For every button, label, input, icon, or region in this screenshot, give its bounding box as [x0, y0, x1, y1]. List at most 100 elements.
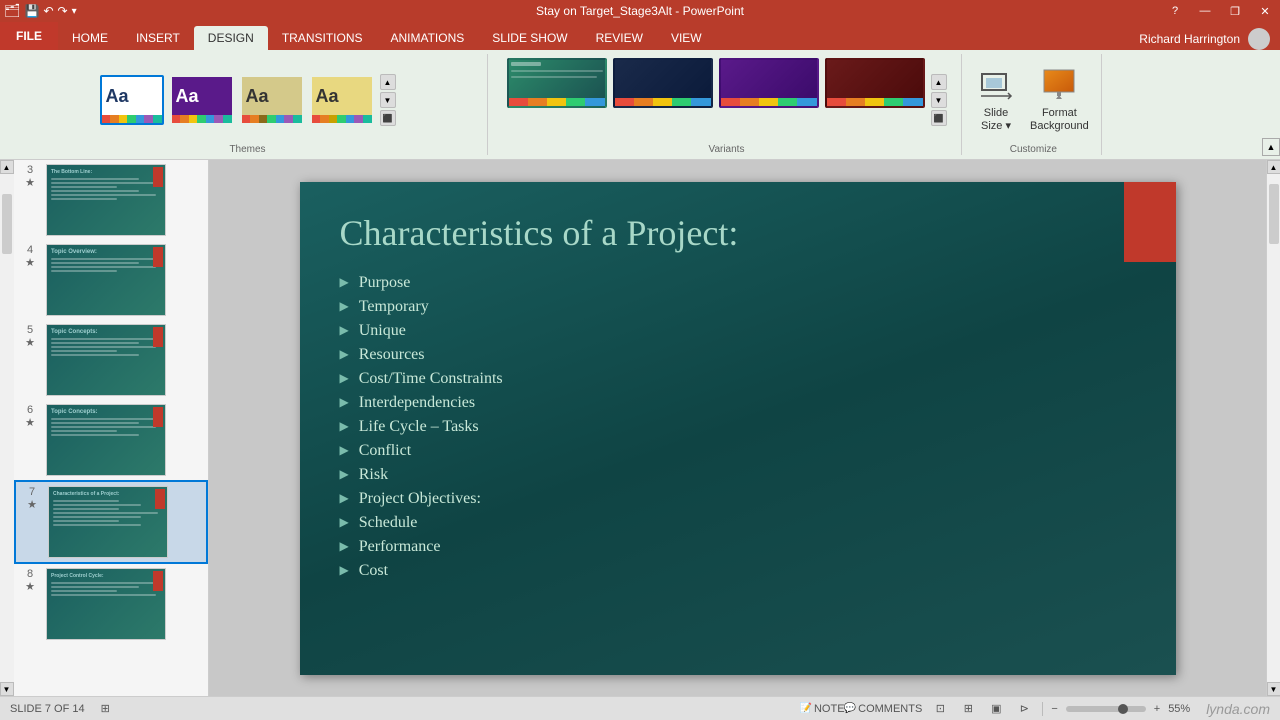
- tab-design[interactable]: DESIGN: [194, 26, 268, 50]
- slide-size-label: SlideSize ▾: [981, 107, 1011, 133]
- canvas-area: Characteristics of a Project: ▶Purpose ▶…: [209, 160, 1266, 696]
- slide-item-4[interactable]: 4 ★ Topic Overview:: [14, 240, 208, 320]
- bullet-project-objectives: ▶Project Objectives:: [340, 490, 1136, 508]
- save-quick[interactable]: 💾: [25, 4, 40, 18]
- themes-scroll[interactable]: ▲ ▼ ⬛: [380, 74, 396, 126]
- window-controls[interactable]: ? — ❐ ✕: [1160, 0, 1280, 22]
- themes-scroll-more[interactable]: ⬛: [380, 110, 396, 126]
- slide-thumb-6[interactable]: Topic Concepts:: [46, 404, 166, 476]
- slide-item-5[interactable]: 5 ★ Topic Concepts:: [14, 320, 208, 400]
- zoom-thumb: [1118, 704, 1128, 714]
- right-scroll-track[interactable]: [1267, 174, 1280, 682]
- bullet-unique: ▶Unique: [340, 322, 1136, 340]
- window-title: Stay on Target_Stage3Alt - PowerPoint: [536, 4, 744, 18]
- themes-scroll-down[interactable]: ▼: [380, 92, 396, 108]
- normal-view-btn[interactable]: ⊡: [930, 701, 950, 717]
- variants-scroll-up[interactable]: ▲: [931, 74, 947, 90]
- zoom-out-btn[interactable]: −: [1051, 703, 1057, 715]
- variants-grid: ▲ ▼ ⬛: [507, 54, 947, 142]
- tab-insert[interactable]: INSERT: [122, 26, 194, 50]
- variants-scroll-more[interactable]: ⬛: [931, 110, 947, 126]
- slides-left-scrollbar[interactable]: ▲ ▼: [0, 160, 14, 696]
- tab-home[interactable]: HOME: [58, 26, 122, 50]
- main-area: ▲ ▼ 3 ★ The Bottom Line:: [0, 160, 1280, 696]
- slide-info: SLIDE 7 OF 14: [10, 703, 85, 715]
- customize-section: SlideSize ▾: [966, 54, 1102, 155]
- zoom-slider[interactable]: [1066, 706, 1146, 712]
- user-area: Richard Harrington: [1139, 28, 1280, 50]
- slide-title: Characteristics of a Project:: [340, 212, 1136, 254]
- scroll-up-btn[interactable]: ▲: [0, 160, 14, 174]
- notes-btn[interactable]: 📝 NOTES: [816, 701, 836, 717]
- scroll-thumb[interactable]: [2, 194, 12, 254]
- slide-sorter-btn[interactable]: ⊞: [958, 701, 978, 717]
- variant-1[interactable]: [507, 58, 607, 108]
- slide-item-8[interactable]: 8 ★ Project Control Cycle:: [14, 564, 208, 644]
- bullet-cost-time: ▶Cost/Time Constraints: [340, 370, 1136, 388]
- undo-quick[interactable]: ↶: [43, 4, 53, 18]
- themes-scroll-up[interactable]: ▲: [380, 74, 396, 90]
- user-avatar[interactable]: [1248, 28, 1270, 50]
- help-btn[interactable]: ?: [1160, 0, 1190, 22]
- comments-btn[interactable]: 💬 COMMENTS: [844, 701, 923, 717]
- bullet-conflict: ▶Conflict: [340, 442, 1136, 460]
- reading-view-btn[interactable]: ▣: [986, 701, 1006, 717]
- tab-view[interactable]: VIEW: [657, 26, 716, 50]
- user-name: Richard Harrington: [1139, 32, 1240, 46]
- app-icons: 🗂 💾 ↶ ↷ ▾: [0, 3, 77, 19]
- right-scroll-up[interactable]: ▲: [1267, 160, 1280, 174]
- tab-file[interactable]: FILE: [0, 22, 58, 50]
- theme-tan[interactable]: Aa: [240, 75, 304, 125]
- slide-thumb-5[interactable]: Topic Concepts:: [46, 324, 166, 396]
- theme-purple[interactable]: Aa: [170, 75, 234, 125]
- scroll-down-btn[interactable]: ▼: [0, 682, 14, 696]
- slide-thumb-3[interactable]: The Bottom Line:: [46, 164, 166, 236]
- format-background-button[interactable]: FormatBackground: [1026, 63, 1093, 137]
- bullet-performance: ▶Performance: [340, 538, 1136, 556]
- variant-4[interactable]: [825, 58, 925, 108]
- status-bar: SLIDE 7 OF 14 ⊞ 📝 NOTES 💬 COMMENTS ⊡ ⊞ ▣…: [0, 696, 1280, 720]
- tab-slideshow[interactable]: SLIDE SHOW: [478, 26, 581, 50]
- bullet-purpose: ▶Purpose: [340, 274, 1136, 292]
- slide-item-6[interactable]: 6 ★ Topic Concepts:: [14, 400, 208, 480]
- zoom-in-btn[interactable]: +: [1154, 703, 1160, 715]
- variants-scroll[interactable]: ▲ ▼ ⬛: [931, 58, 947, 142]
- bullet-resources: ▶Resources: [340, 346, 1136, 364]
- bullet-lifecycle: ▶Life Cycle – Tasks: [340, 418, 1136, 436]
- variants-scroll-down[interactable]: ▼: [931, 92, 947, 108]
- tab-animations[interactable]: ANIMATIONS: [376, 26, 478, 50]
- ribbon-collapse-btn[interactable]: ▲: [1262, 138, 1280, 156]
- scroll-track[interactable]: [0, 174, 14, 682]
- variant-2[interactable]: [613, 58, 713, 108]
- slide-thumb-4[interactable]: Topic Overview:: [46, 244, 166, 316]
- ribbon: Aa Aa: [0, 50, 1280, 160]
- app-icon: 🗂: [4, 3, 21, 19]
- more-quick[interactable]: ▾: [72, 6, 77, 17]
- slide-size-button[interactable]: SlideSize ▾: [974, 63, 1018, 137]
- close-btn[interactable]: ✕: [1250, 0, 1280, 22]
- bullet-schedule: ▶Schedule: [340, 514, 1136, 532]
- slideshow-btn[interactable]: ⊳: [1014, 701, 1034, 717]
- variant-3[interactable]: [719, 58, 819, 108]
- slide-thumb-8[interactable]: Project Control Cycle:: [46, 568, 166, 640]
- bullet-cost: ▶Cost: [340, 562, 1136, 580]
- right-scroll-down[interactable]: ▼: [1267, 682, 1280, 696]
- slide-canvas[interactable]: Characteristics of a Project: ▶Purpose ▶…: [300, 182, 1176, 675]
- customize-label: Customize: [1010, 142, 1057, 155]
- minimize-btn[interactable]: —: [1190, 0, 1220, 22]
- slide-red-decoration: [1124, 182, 1176, 262]
- zoom-level[interactable]: 55%: [1168, 703, 1198, 715]
- redo-quick[interactable]: ↷: [58, 4, 68, 18]
- theme-yellow[interactable]: Aa: [310, 75, 374, 125]
- restore-btn[interactable]: ❐: [1220, 0, 1250, 22]
- customize-buttons: SlideSize ▾: [974, 54, 1093, 142]
- slide-item-3[interactable]: 3 ★ The Bottom Line:: [14, 160, 208, 240]
- slide-item-7[interactable]: 7 ★ Characteristics of a Project:: [14, 480, 208, 564]
- tab-review[interactable]: REVIEW: [582, 26, 657, 50]
- right-scroll-thumb[interactable]: [1269, 184, 1279, 244]
- right-scrollbar[interactable]: ▲ ▼: [1266, 160, 1280, 696]
- theme-office[interactable]: Aa: [100, 75, 164, 125]
- slide-thumb-7[interactable]: Characteristics of a Project:: [48, 486, 168, 558]
- tab-transitions[interactable]: TRANSITIONS: [268, 26, 377, 50]
- presentation-view-icon[interactable]: ⊞: [101, 702, 110, 715]
